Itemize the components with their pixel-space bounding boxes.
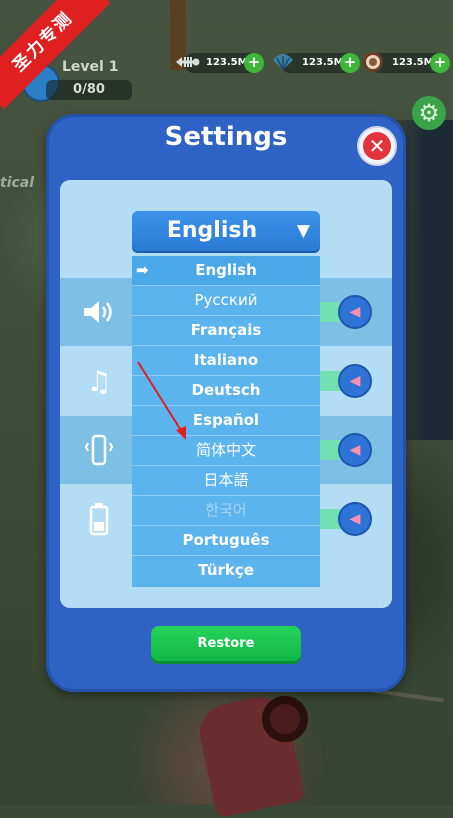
gear-icon[interactable]: ⚙ (412, 96, 446, 130)
close-icon: ✕ (363, 132, 391, 160)
language-option-korean[interactable]: 한국어 (132, 496, 320, 526)
language-dropdown-list: ➡ English Русский Français Italiano Deut… (132, 256, 320, 587)
language-option-russian[interactable]: Русский (132, 286, 320, 316)
selected-arrow-icon: ➡ (136, 261, 149, 279)
language-option-turkish[interactable]: Türkçe (132, 556, 320, 585)
level-label: Level 1 (62, 59, 119, 75)
battery-icon (74, 489, 124, 549)
restore-button[interactable]: Restore (151, 626, 301, 664)
add-fish-bones-button[interactable]: + (244, 53, 264, 73)
resource-shells: 123.5M + (273, 53, 360, 73)
resource-value: 123.5M (302, 57, 344, 68)
language-option-english[interactable]: ➡ English (132, 256, 320, 286)
chevron-down-icon: ▼ (296, 221, 310, 241)
background-partial-text: tical (0, 175, 35, 191)
vibration-icon (74, 420, 124, 480)
language-select[interactable]: English ▼ (132, 211, 320, 253)
sound-toggle[interactable]: ◀ (338, 295, 372, 329)
add-coconuts-button[interactable]: + (430, 53, 450, 73)
coconut-icon (358, 47, 388, 77)
add-shells-button[interactable]: + (340, 53, 360, 73)
language-selected: English (166, 218, 258, 243)
language-option-label: English (195, 261, 257, 279)
shell-icon (268, 47, 298, 77)
level-progress-bar: 0/80 (46, 80, 132, 100)
resource-fish-bones: 123.5M + (176, 53, 264, 73)
music-toggle[interactable]: ◀ (338, 364, 372, 398)
language-option-german[interactable]: Deutsch (132, 376, 320, 406)
power-saving-toggle[interactable]: ◀ (338, 502, 372, 536)
vibration-toggle[interactable]: ◀ (338, 433, 372, 467)
close-button[interactable]: ✕ (357, 126, 397, 166)
language-option-french[interactable]: Français (132, 316, 320, 346)
resource-value: 123.5M (206, 57, 248, 68)
language-option-japanese[interactable]: 日本語 (132, 466, 320, 496)
speaker-icon (74, 282, 124, 342)
language-option-italian[interactable]: Italiano (132, 346, 320, 376)
resource-value: 123.5M (392, 57, 434, 68)
language-option-spanish[interactable]: Español (132, 406, 320, 436)
language-option-portuguese[interactable]: Português (132, 526, 320, 556)
dialog-title: Settings (164, 122, 288, 152)
language-option-simplified-chinese[interactable]: 简体中文 (132, 436, 320, 466)
level-progress-text: 0/80 (73, 82, 105, 97)
settings-dialog: Settings ✕ ◀ ♫ ◀ ◀ ◀ English ▼ ➡ English… (46, 114, 406, 692)
fish-bone-icon (172, 47, 202, 77)
clay-pot (262, 696, 308, 742)
music-note-icon: ♫ (86, 364, 112, 398)
settings-panel: ◀ ♫ ◀ ◀ ◀ English ▼ ➡ English Русский Fr… (60, 180, 392, 608)
resource-coconuts: 123.5M + (363, 52, 450, 73)
